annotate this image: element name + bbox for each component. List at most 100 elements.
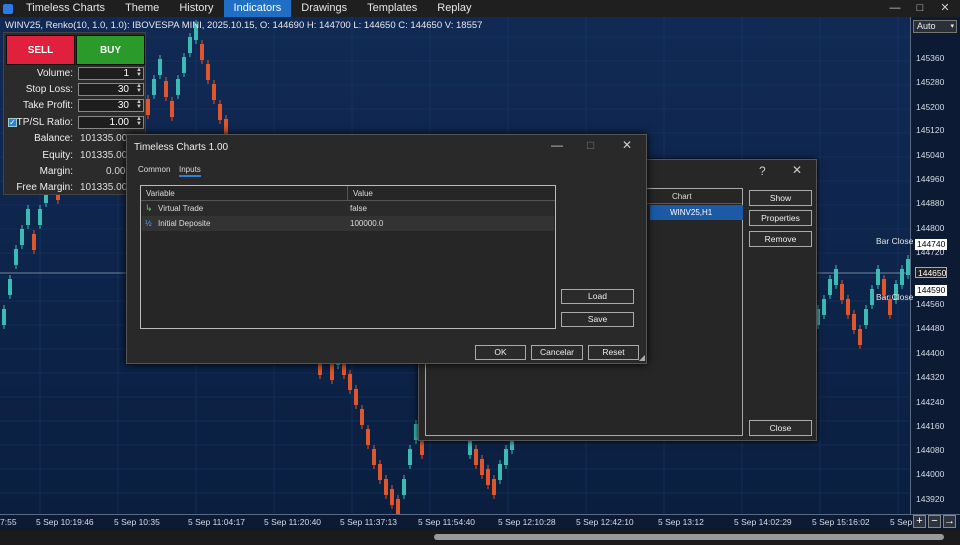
buy-button[interactable]: BUY [76,35,145,65]
reset-button[interactable]: Reset [588,345,639,360]
ratio-label: TP/SL Ratio: [16,117,73,128]
time-tick-label: 5 Sep 12:10:28 [498,517,556,527]
time-tick-label: 5 Sep 15:16:02 [812,517,870,527]
param-name: Initial Deposite [158,219,211,228]
menu-app-name[interactable]: Timeless Charts [16,0,115,17]
column-chart-header: Chart [672,192,692,201]
app-window: Timeless Charts Theme History Indicators… [0,0,960,545]
close-button[interactable]: Close [749,420,812,436]
properties-button[interactable]: Properties [749,210,812,226]
volume-input[interactable]: 1 ▲ ▼ [78,67,144,80]
bar-close-label-bottom: Bar Close [876,292,914,302]
indicator-properties-dialog: Timeless Charts 1.00 — □ ✕ Common Inputs… [126,134,647,364]
load-button[interactable]: Load [561,289,634,304]
take-profit-label: Take Profit: [22,100,73,111]
stop-loss-input[interactable]: 30 ▲ ▼ [78,83,144,96]
ratio-value: 1.00 [109,117,129,128]
show-button[interactable]: Show [749,190,812,206]
time-tick-label: 5 Sep 10:19:46 [36,517,94,527]
menu-templates[interactable]: Templates [357,0,427,17]
maximize-button[interactable]: □ [910,0,930,17]
time-tick-label: 5 Sep 11:04:17 [188,517,246,527]
time-tick-label: 5 Sep 14:02:29 [734,517,792,527]
table-row[interactable]: ↳ Virtual Trade false [142,201,554,216]
param-value[interactable]: 100000.0 [350,216,383,231]
price-tick-label: 144400 [916,348,945,358]
ratio-checkbox[interactable]: ✓ [8,118,17,127]
help-icon[interactable]: ? [759,164,766,178]
sell-button[interactable]: SELL [6,35,75,65]
table-header: Variable Value [141,186,555,201]
close-icon[interactable]: ✕ [622,138,632,152]
price-tick-label: 145280 [916,77,945,87]
spinner-arrows-icon[interactable]: ▲ ▼ [136,99,142,110]
scale-mode-select[interactable]: Auto ▾ [913,20,957,33]
margin-value: 0.00 [106,166,126,177]
free-margin-label: Free Margin: [16,182,73,193]
dialog-title: Timeless Charts 1.00 [134,142,229,153]
resize-grip-icon[interactable]: ◢ [639,353,645,362]
bar-close-label-top: Bar Close [876,236,914,246]
horizontal-scrollbar[interactable] [0,530,960,545]
price-tick-label: 144960 [916,174,945,184]
maximize-icon[interactable]: □ [587,138,594,152]
price-tag-current: 144650 [915,267,947,278]
close-window-button[interactable]: ✕ [935,0,955,17]
price-tick-label: 145120 [916,125,945,135]
remove-button[interactable]: Remove [749,231,812,247]
scrollbar-thumb[interactable] [434,534,944,540]
price-tick-label: 143920 [916,494,945,504]
volume-label: Volume: [36,68,73,79]
scale-mode-value: Auto [917,21,936,31]
scroll-right-button[interactable]: → [943,515,956,528]
param-value[interactable]: false [350,201,367,216]
price-tag-top: 144740 [915,239,947,250]
menu-drawings[interactable]: Drawings [291,0,357,17]
chart-info-line: WINV25, Renko(10, 1.0, 1.0): IBOVESPA MI… [5,20,483,31]
column-value: Value [353,189,373,198]
price-tick-label: 145200 [916,102,945,112]
price-tick-label: 144000 [916,469,945,479]
price-tick-label: 144080 [916,445,945,455]
price-tick-label: 145040 [916,150,945,160]
equity-value: 101335.00 [80,150,128,161]
zoom-out-button[interactable]: − [928,515,941,528]
menu-replay[interactable]: Replay [427,0,481,17]
menu-theme[interactable]: Theme [115,0,169,17]
balance-value: 101335.00 [80,133,128,144]
cancel-button[interactable]: Cancelar [531,345,583,360]
time-tick-label: 5 Sep 12:42:10 [576,517,634,527]
time-tick-label: 5 Sep 10:35 [114,517,160,527]
spinner-arrows-icon[interactable]: ▲ ▼ [136,67,142,78]
spinner-arrows-icon[interactable]: ▲ ▼ [136,116,142,127]
price-tick-label: 144160 [916,421,945,431]
menu-indicators[interactable]: Indicators [223,0,292,17]
table-row[interactable]: ½ Initial Deposite 100000.0 [142,216,554,231]
ok-button[interactable]: OK [475,345,526,360]
save-button[interactable]: Save [561,312,634,327]
time-tick-label: 5 Sep 11:54:40 [418,517,476,527]
time-tick-label: 5 Sep 11:20:40 [264,517,322,527]
volume-value: 1 [123,68,129,79]
time-tick-label: 7:55 [0,517,17,527]
list-item[interactable]: WINV25,H1 [650,205,743,220]
time-axis[interactable]: 7:55 5 Sep 10:19:46 5 Sep 10:35 5 Sep 11:04… [0,514,960,528]
arrow-icon: ↳ [145,203,153,213]
minimize-button[interactable]: — [885,0,905,17]
price-axis[interactable]: 145360 145280 145200 145120 145040 144960 1448… [910,17,960,514]
price-tick-label: 144320 [916,372,945,382]
fraction-icon: ½ [145,219,152,228]
ratio-input[interactable]: 1.00 ▲ ▼ [78,116,144,129]
tab-common[interactable]: Common [138,165,170,174]
stop-loss-label: Stop Loss: [25,84,73,95]
take-profit-input[interactable]: 30 ▲ ▼ [78,99,144,112]
spinner-arrows-icon[interactable]: ▲ ▼ [136,83,142,94]
menu-history[interactable]: History [169,0,223,17]
price-tick-label: 144880 [916,198,945,208]
param-name: Virtual Trade [158,204,204,213]
zoom-in-button[interactable]: + [913,515,926,528]
minimize-icon[interactable]: — [551,138,563,152]
tab-inputs[interactable]: Inputs [179,165,201,177]
take-profit-value: 30 [117,100,129,111]
close-icon[interactable]: ✕ [792,163,802,177]
